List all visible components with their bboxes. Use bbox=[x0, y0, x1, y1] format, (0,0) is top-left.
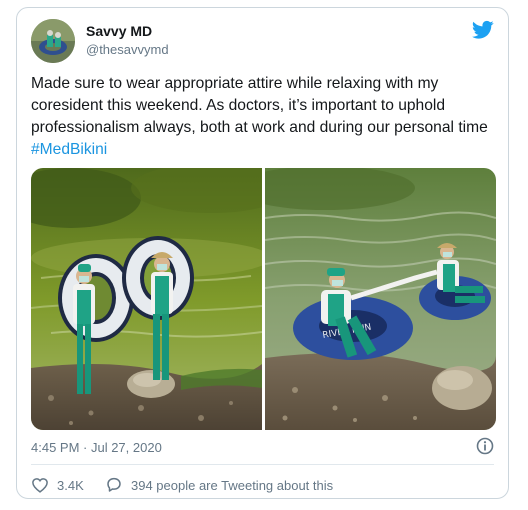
author-display-name[interactable]: Savvy MD bbox=[86, 22, 152, 40]
tweet-card: Savvy MD @thesavvymd Made sure to wear a… bbox=[16, 7, 509, 499]
conversation-text: 394 people are Tweeting about this bbox=[131, 477, 334, 493]
tweet-photo-2[interactable]: RIVER RUN bbox=[265, 168, 496, 430]
like-button[interactable]: 3.4K bbox=[31, 475, 84, 495]
tweet-text: Made sure to wear appropriate attire whi… bbox=[31, 73, 499, 161]
heart-icon bbox=[32, 478, 48, 493]
tweet-photo-1[interactable] bbox=[31, 168, 262, 430]
author-handle[interactable]: @thesavvymd bbox=[86, 42, 169, 58]
tweet-body: Made sure to wear appropriate attire whi… bbox=[31, 75, 488, 136]
like-count: 3.4K bbox=[57, 477, 84, 493]
tweet-timestamp[interactable]: 4:45 PM · Jul 27, 2020 bbox=[31, 440, 162, 456]
hashtag-link[interactable]: #MedBikini bbox=[31, 141, 107, 158]
info-icon[interactable] bbox=[476, 437, 494, 455]
avatar[interactable] bbox=[31, 19, 75, 63]
twitter-bird-icon[interactable] bbox=[471, 20, 494, 40]
speech-bubble-icon bbox=[107, 477, 121, 492]
tweet-media: RIVER RUN bbox=[31, 168, 496, 430]
conversation-link[interactable]: 394 people are Tweeting about this bbox=[105, 475, 333, 495]
divider bbox=[31, 464, 494, 465]
